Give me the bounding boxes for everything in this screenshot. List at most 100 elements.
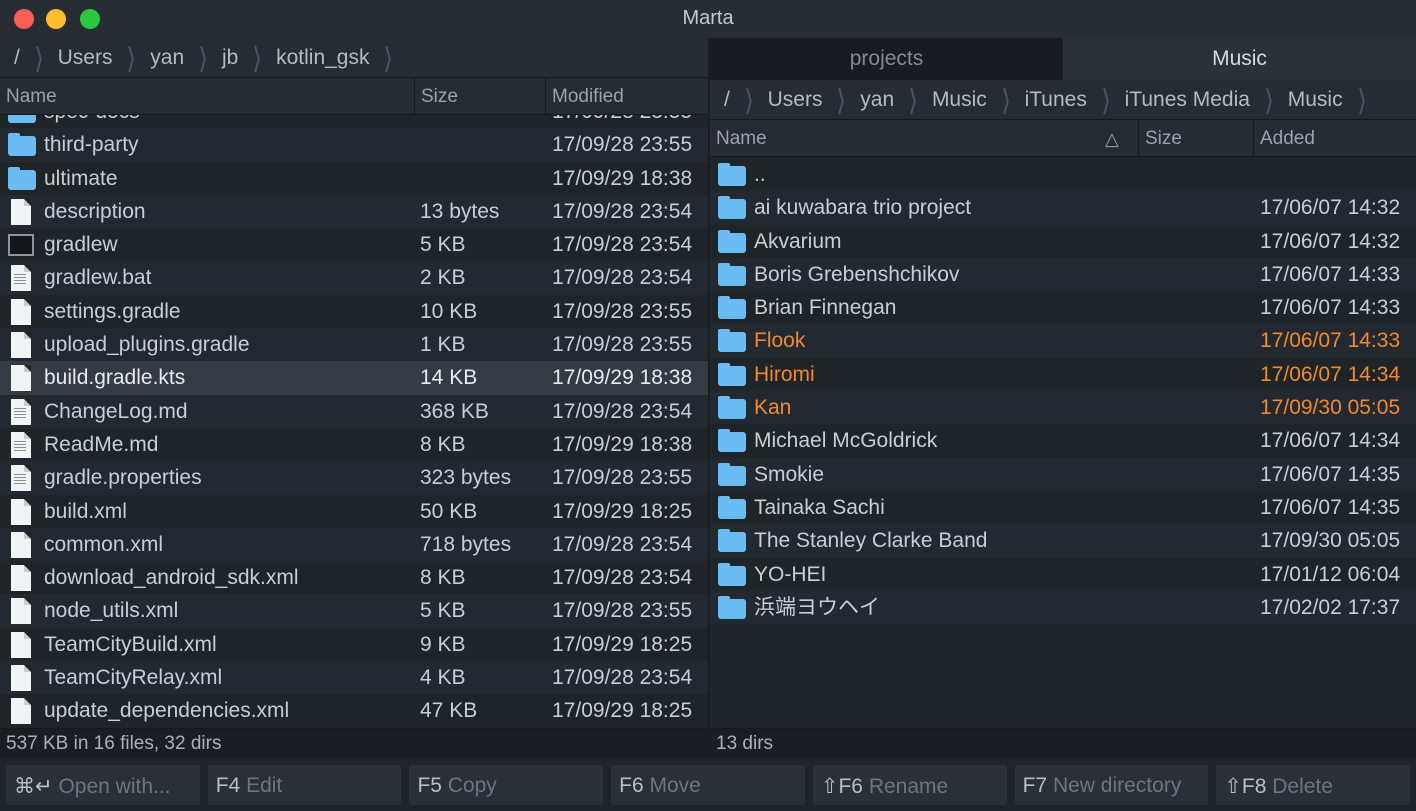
folder-icon	[718, 262, 746, 286]
table-row[interactable]: ..	[710, 158, 1416, 191]
table-row[interactable]: build.xml 50 KB 17/09/29 18:25	[0, 495, 708, 528]
table-row[interactable]: ai kuwabara trio project 17/06/07 14:32	[710, 191, 1416, 225]
table-row[interactable]: Smokie 17/06/07 14:35	[710, 457, 1416, 491]
breadcrumb-item[interactable]: Music ❭	[1282, 84, 1375, 115]
name-column-header[interactable]: Name	[0, 78, 414, 115]
breadcrumb-item[interactable]: / ❭	[8, 42, 52, 73]
folder-icon	[8, 133, 36, 157]
table-row[interactable]: description 13 bytes 17/09/28 23:54	[0, 194, 708, 229]
left-file-list[interactable]: spec-docs 17/09/28 23:55 third-party 17/09/…	[0, 115, 708, 728]
table-row[interactable]: TeamCityRelay.xml 4 KB 17/09/28 23:54	[0, 661, 708, 695]
file-modified: 17/09/28 23:55	[552, 466, 693, 490]
name-column-header[interactable]: Name	[710, 120, 1138, 157]
size-column-header[interactable]: Size	[1138, 120, 1253, 157]
breadcrumb-item[interactable]: Users ❭	[52, 42, 145, 73]
table-row[interactable]: ultimate 17/09/29 18:38	[0, 162, 708, 195]
breadcrumb-item[interactable]: yan ❭	[854, 84, 926, 115]
breadcrumb-label: iTunes	[1024, 87, 1087, 111]
folder-icon	[718, 163, 746, 186]
table-row[interactable]: Flook 17/06/07 14:33	[710, 324, 1416, 358]
table-row[interactable]: Hiromi 17/06/07 14:34	[710, 358, 1416, 391]
file-modified: 17/09/28 23:55	[552, 333, 693, 357]
table-row[interactable]: Tainaka Sachi 17/06/07 14:35	[710, 491, 1416, 524]
modified-column-header[interactable]: Modified	[545, 78, 708, 115]
table-row[interactable]: download_android_sdk.xml 8 KB 17/09/28 23:…	[0, 561, 708, 594]
chevron-right-icon: ❭	[1355, 84, 1368, 114]
action-label: Rename	[862, 775, 949, 798]
table-row[interactable]: ChangeLog.md 368 KB 17/09/28 23:54	[0, 394, 708, 428]
shortcut-key: F6	[619, 774, 644, 797]
table-row[interactable]: Akvarium 17/06/07 14:32	[710, 225, 1416, 258]
breadcrumb-item[interactable]: iTunes ❭	[1019, 84, 1119, 115]
edit-button[interactable]: F4 Edit	[207, 765, 402, 805]
table-row[interactable]: The Stanley Clarke Band 17/09/30 05:05	[710, 524, 1416, 558]
table-row[interactable]: common.xml 718 bytes 17/09/28 23:54	[0, 527, 708, 562]
table-row[interactable]: gradlew 5 KB 17/09/28 23:54	[0, 228, 708, 261]
breadcrumb-item[interactable]: iTunes Media ❭	[1119, 84, 1282, 115]
file-name: upload_plugins.gradle	[44, 333, 250, 357]
copy-button[interactable]: F5 Copy	[409, 765, 604, 805]
file-size: 9 KB	[420, 632, 466, 656]
table-row[interactable]: 浜端ヨウヘイ 17/02/02 17:37	[710, 590, 1416, 625]
right-pane[interactable]: projects Music / ❭ Users ❭ yan ❭ Music ❭ iTunes ❭…	[710, 38, 1416, 758]
table-row[interactable]: Michael McGoldrick 17/06/07 14:34	[710, 424, 1416, 457]
file-modified: 17/09/28 23:54	[552, 266, 693, 290]
open-with-button[interactable]: ⌘↵ Open with...	[6, 765, 200, 805]
breadcrumb-item[interactable]: kotlin_gsk ❭	[270, 42, 401, 73]
tab-music[interactable]: Music	[1063, 38, 1416, 80]
table-row[interactable]: gradle.properties 323 bytes 17/09/28 23:55	[0, 461, 708, 495]
tab-bar: projects Music	[710, 38, 1416, 80]
added-column-header[interactable]: Added	[1253, 120, 1416, 157]
table-row[interactable]: third-party 17/09/28 23:55	[0, 128, 708, 162]
action-label: Open with...	[52, 775, 171, 798]
chevron-right-icon: ❭	[1099, 84, 1112, 114]
shortcut-key: F7	[1022, 774, 1048, 797]
breadcrumb-item[interactable]: Music ❭	[926, 84, 1019, 115]
breadcrumb-label: Users	[57, 45, 113, 69]
table-row[interactable]: upload_plugins.gradle 1 KB 17/09/28 23:55	[0, 328, 708, 362]
file-icon	[11, 298, 31, 325]
move-button[interactable]: F6 Move	[611, 765, 805, 805]
breadcrumb-item[interactable]: Users ❭	[762, 84, 855, 115]
size-column-header[interactable]: Size	[414, 78, 545, 115]
rename-button[interactable]: ⇧F6 Rename	[812, 765, 1007, 805]
folder-added: 17/06/07 14:35	[1260, 462, 1401, 486]
file-name: build.xml	[44, 499, 127, 523]
left-pane[interactable]: / ❭ Users ❭ yan ❭ jb ❭ kotlin_gsk ❭ Name Size Mod…	[0, 38, 709, 758]
folder-added: 17/09/30 05:05	[1260, 529, 1401, 553]
sort-ascending-icon[interactable]: △	[1105, 129, 1119, 150]
table-row[interactable]: Kan 17/09/30 05:05	[710, 391, 1416, 425]
table-row[interactable]: update_dependencies.xml 47 KB 17/09/29 18:…	[0, 694, 708, 727]
shortcut-key: F4	[215, 774, 241, 797]
table-row[interactable]: gradlew.bat 2 KB 17/09/28 23:54	[0, 261, 708, 295]
file-modified: 17/09/29 18:25	[552, 699, 693, 723]
breadcrumb-item[interactable]: / ❭	[718, 84, 762, 115]
tab-projects[interactable]: projects	[710, 38, 1063, 80]
breadcrumb-item[interactable]: jb ❭	[216, 42, 270, 73]
folder-name: 浜端ヨウヘイ	[754, 595, 880, 619]
terminal-icon	[8, 234, 34, 257]
table-row[interactable]: YO-HEI 17/01/12 06:04	[710, 558, 1416, 591]
delete-button[interactable]: ⇧F8 Delete	[1216, 765, 1411, 805]
file-size: 10 KB	[420, 299, 478, 323]
table-row[interactable]: settings.gradle 10 KB 17/09/28 23:55	[0, 295, 708, 328]
breadcrumb-item[interactable]: yan ❭	[144, 42, 216, 73]
breadcrumb-label: yan	[150, 45, 185, 69]
table-row[interactable]: ReadMe.md 8 KB 17/09/29 18:38	[0, 428, 708, 461]
window-title: Marta	[682, 7, 734, 29]
chevron-right-icon: ❭	[382, 42, 395, 72]
folder-name: Brian Finnegan	[754, 296, 897, 320]
file-name: common.xml	[44, 532, 164, 556]
table-row[interactable]: spec-docs 17/09/28 23:55	[0, 115, 708, 128]
table-row[interactable]: build.gradle.kts 14 KB 17/09/29 18:38	[0, 361, 708, 395]
right-status-bar: 13 dirs	[710, 728, 1416, 758]
right-file-list[interactable]: .. ai kuwabara trio project 17/06/07 14:32…	[710, 158, 1416, 728]
table-row[interactable]: TeamCityBuild.xml 9 KB 17/09/29 18:25	[0, 628, 708, 661]
file-icon	[11, 332, 31, 359]
table-row[interactable]: Boris Grebenshchikov 17/06/07 14:33	[710, 257, 1416, 292]
table-row[interactable]: node_utils.xml 5 KB 17/09/28 23:55	[0, 594, 708, 628]
new-directory-button[interactable]: F7 New directory	[1014, 765, 1209, 805]
folder-name: Flook	[754, 329, 806, 353]
table-row[interactable]: Brian Finnegan 17/06/07 14:33	[710, 291, 1416, 324]
chevron-right-icon: ❭	[32, 42, 45, 72]
